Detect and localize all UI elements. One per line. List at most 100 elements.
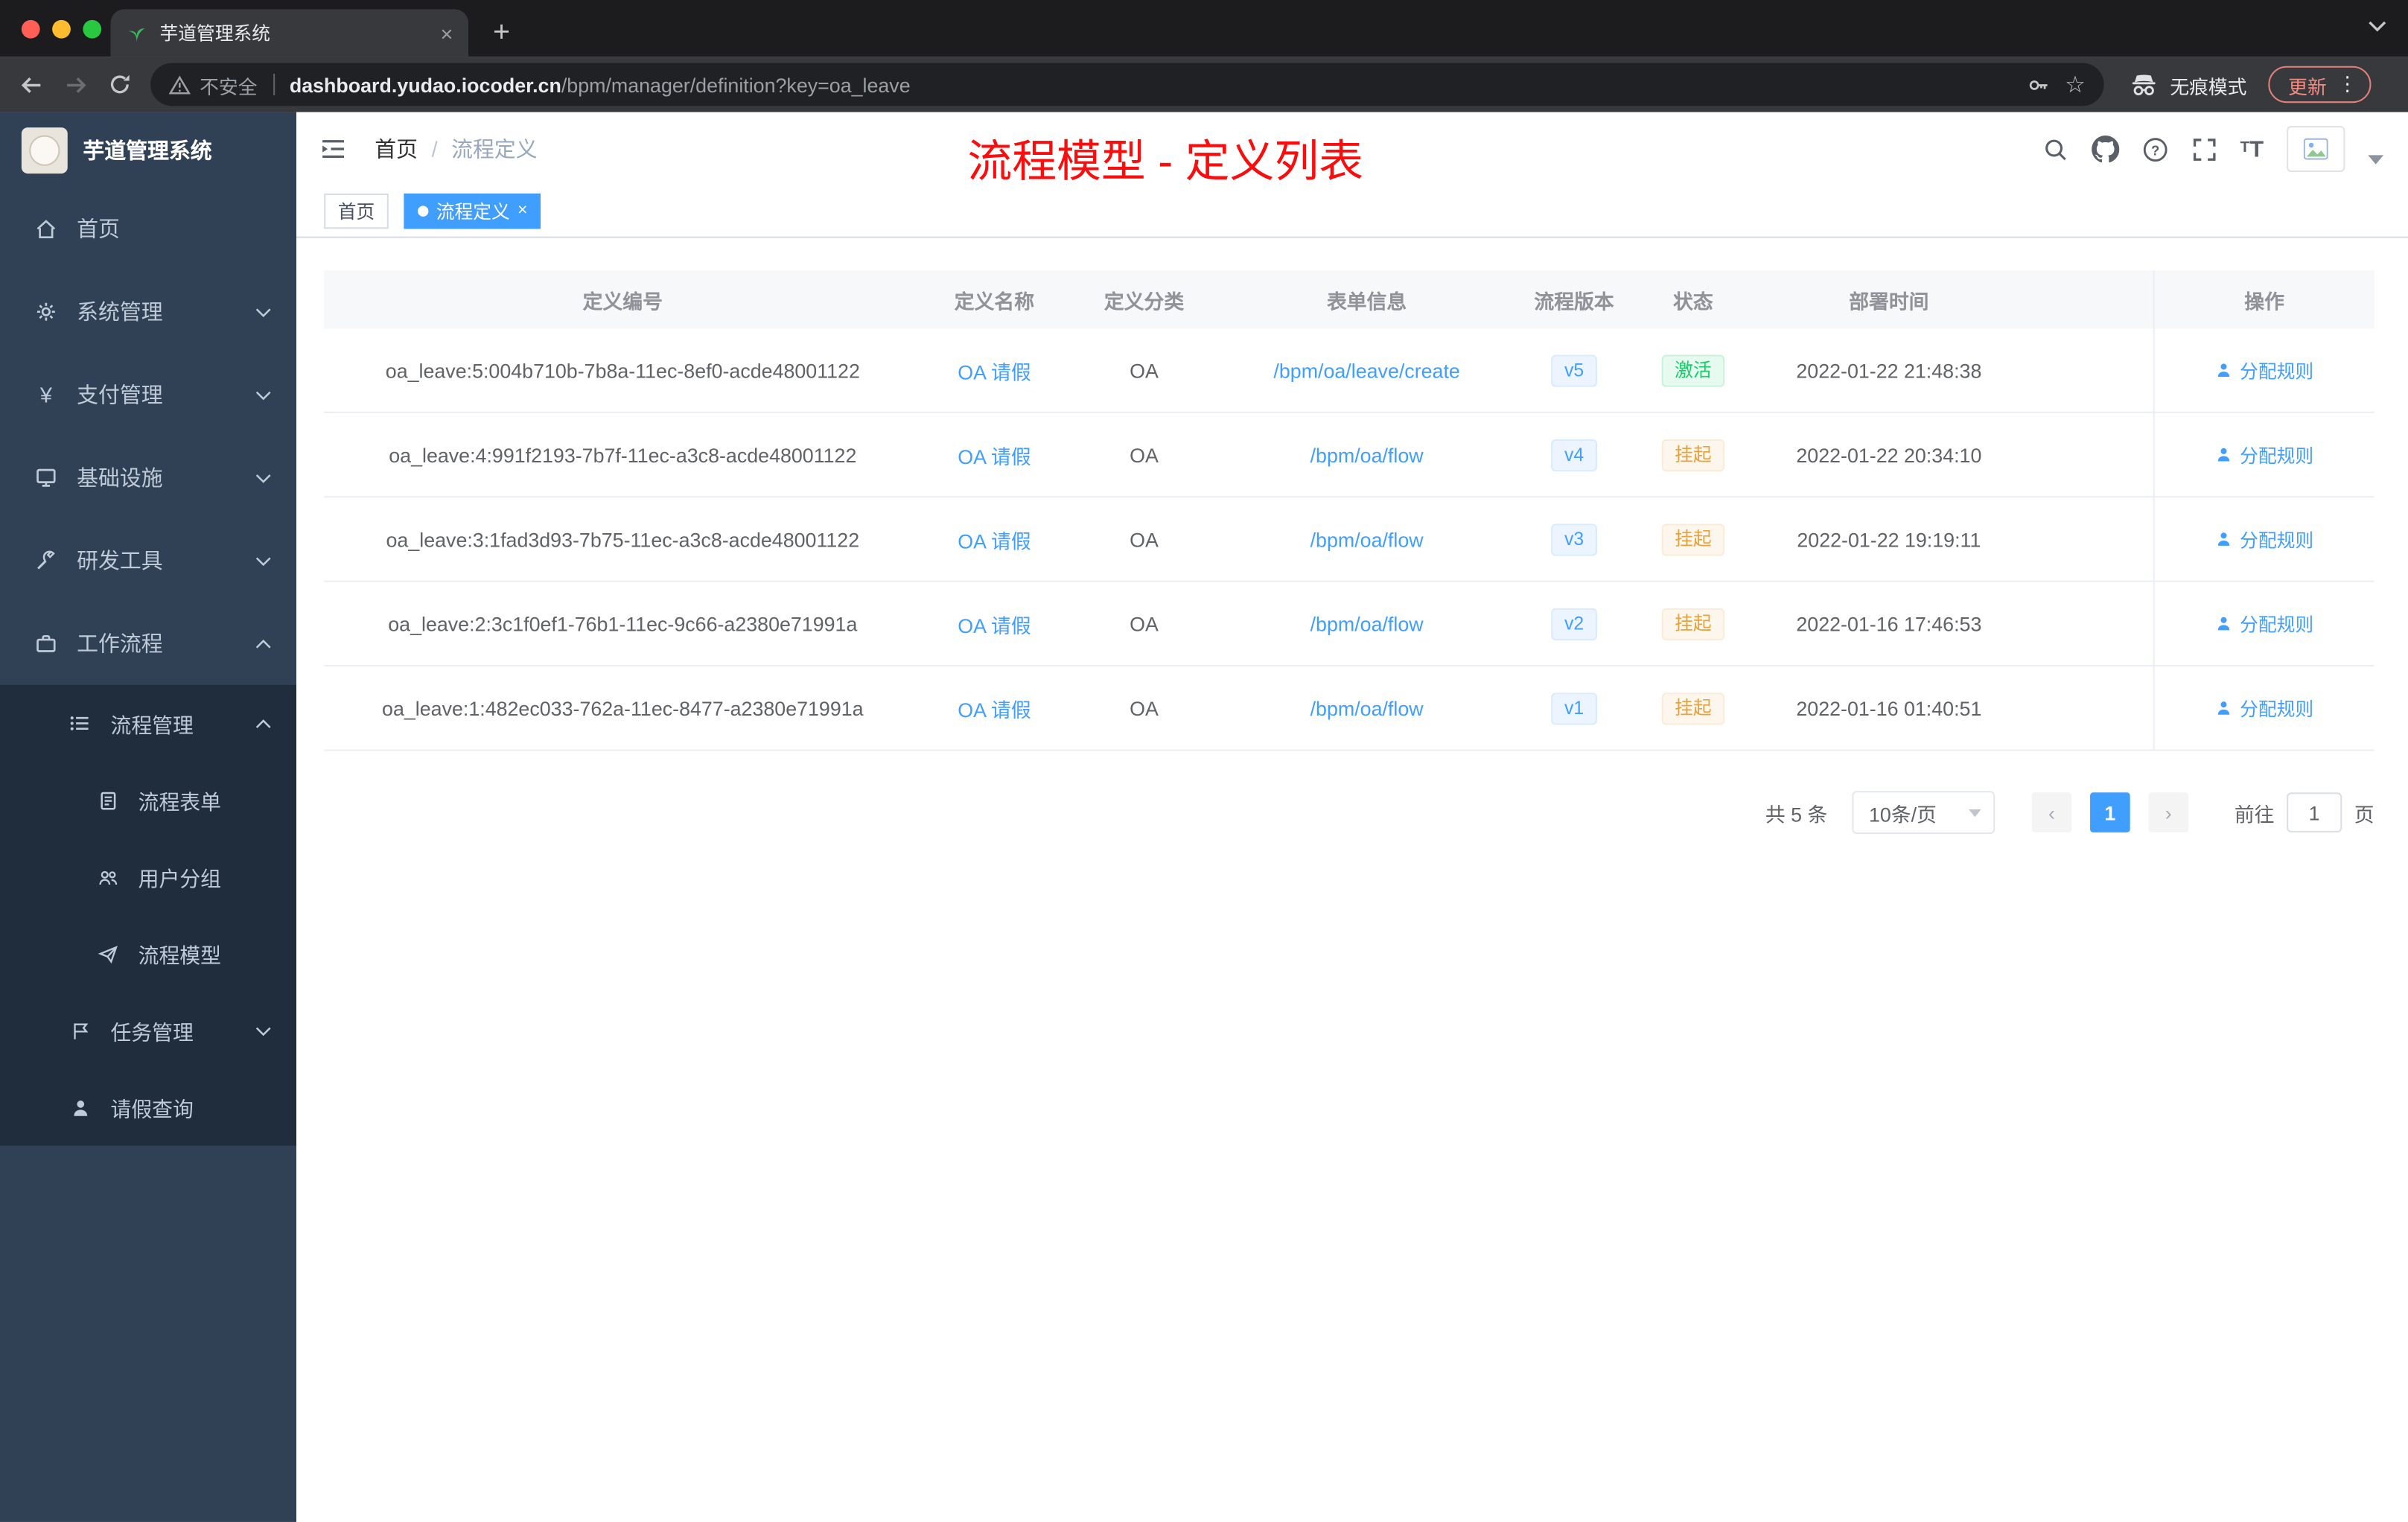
tag-home[interactable]: 首页 [324, 193, 389, 229]
tags-view: 首页 流程定义 × [296, 185, 2408, 238]
prev-page-button[interactable]: ‹ [2031, 792, 2072, 832]
sidebar-item-leave-query[interactable]: 请假查询 [0, 1069, 296, 1146]
version-badge: v5 [1551, 354, 1597, 386]
sidebar-logo[interactable]: 芋道管理系统 [0, 112, 296, 188]
definition-name-link[interactable]: OA 请假 [958, 698, 1031, 721]
tools-icon [34, 548, 58, 573]
app-title: 芋道管理系统 [83, 137, 212, 162]
definition-name-link[interactable]: OA 请假 [958, 445, 1031, 468]
main-area: 首页 / 流程定义 流程模型 - 定义列表 ? T T 首页 流程定义 × 定义… [296, 112, 2408, 1522]
definition-category: OA [1130, 443, 1159, 466]
status-badge: 激活 [1662, 354, 1724, 386]
security-label[interactable]: 不安全 [200, 70, 257, 99]
monitor-icon [34, 465, 58, 490]
version-badge: v4 [1551, 438, 1597, 471]
sidebar-item-workflow[interactable]: 工作流程 [0, 602, 296, 685]
definition-id: oa_leave:4:991f2193-7b7f-11ec-a3c8-acde4… [389, 443, 857, 466]
briefcase-icon [34, 631, 58, 656]
back-icon[interactable] [19, 71, 45, 98]
assign-rule-link[interactable]: 分配规则 [2215, 357, 2313, 383]
table-row: oa_leave:3:1fad3d93-7b75-11ec-a3c8-acde4… [324, 497, 2374, 582]
fontsize-icon[interactable]: TT [2240, 138, 2264, 161]
breadcrumb-home[interactable]: 首页 [375, 133, 418, 164]
tab-search-chevron-icon[interactable] [2368, 20, 2386, 33]
form-link[interactable]: /bpm/oa/flow [1310, 443, 1424, 466]
minimize-window-button[interactable] [52, 19, 71, 39]
page-button-1[interactable]: 1 [2089, 792, 2130, 832]
status-badge: 挂起 [1662, 692, 1724, 725]
zoom-window-button[interactable] [83, 19, 102, 39]
update-label[interactable]: 更新 [2288, 70, 2327, 99]
chevron-up-icon [255, 718, 272, 728]
sidebar-item-task-management[interactable]: 任务管理 [0, 992, 296, 1069]
browser-tab-strip: 芋道管理系统 × + [0, 0, 2408, 57]
reload-icon[interactable] [107, 72, 132, 97]
tag-process-definition[interactable]: 流程定义 × [404, 193, 541, 229]
status-badge: 挂起 [1662, 607, 1724, 640]
browser-tab[interactable]: 芋道管理系统 × [110, 9, 469, 57]
sidebar-item-infrastructure[interactable]: 基础设施 [0, 436, 296, 519]
definition-name-link[interactable]: OA 请假 [958, 614, 1031, 637]
tag-close-icon[interactable]: × [517, 202, 527, 220]
update-chip[interactable]: 更新 ⋮ [2268, 66, 2372, 104]
forward-icon[interactable] [63, 71, 89, 98]
goto-page-input[interactable] [2287, 792, 2342, 832]
favicon [126, 22, 147, 44]
search-icon[interactable] [2042, 136, 2068, 162]
browser-menu-kebab-icon[interactable]: ⋮ [2337, 72, 2357, 97]
assign-rule-link[interactable]: 分配规则 [2215, 695, 2313, 721]
sidebar-item-process-form[interactable]: 流程表单 [0, 762, 296, 838]
breadcrumb: 首页 / 流程定义 [375, 133, 537, 164]
chevron-down-icon [255, 472, 272, 483]
github-icon[interactable] [2091, 135, 2119, 163]
form-link[interactable]: /bpm/oa/flow [1310, 612, 1424, 635]
form-link[interactable]: /bpm/oa/flow [1310, 527, 1424, 550]
tab-title: 芋道管理系统 [159, 22, 271, 45]
sidebar-item-home[interactable]: 首页 [0, 188, 296, 270]
svg-text:?: ? [2150, 141, 2159, 157]
bookmark-star-icon[interactable]: ☆ [2065, 73, 2086, 96]
avatar[interactable] [2287, 126, 2345, 172]
deployed-time: 2022-01-16 01:40:51 [1796, 696, 1982, 720]
chevron-down-icon [255, 306, 272, 316]
sidebar-item-system[interactable]: 系统管理 [0, 270, 296, 353]
screen: 芋道管理系统 × + 不安全 dashboard.yudao.iocoder.c… [0, 0, 2408, 1522]
address-bar[interactable]: 不安全 dashboard.yudao.iocoder.cn/bpm/manag… [150, 63, 2104, 106]
sidebar-item-process-model[interactable]: 流程模型 [0, 915, 296, 992]
sidebar-item-process-management[interactable]: 流程管理 [0, 685, 296, 762]
next-page-button[interactable]: › [2148, 792, 2188, 832]
caret-down-icon[interactable] [2368, 155, 2383, 165]
definition-category: OA [1130, 611, 1159, 635]
assign-rule-link[interactable]: 分配规则 [2215, 526, 2313, 552]
assign-rule-link[interactable]: 分配规则 [2215, 442, 2313, 468]
sidebar-item-dev-tools[interactable]: 研发工具 [0, 519, 296, 602]
form-link[interactable]: /bpm/oa/flow [1310, 696, 1424, 719]
definition-category: OA [1130, 358, 1159, 382]
page-size-select[interactable]: 10条/页 [1852, 791, 1995, 834]
logo-avatar [21, 127, 68, 173]
omnibox-separator [273, 74, 275, 95]
key-icon[interactable] [2027, 73, 2050, 96]
sidebar-toggle-icon[interactable] [319, 137, 347, 162]
fullscreen-icon[interactable] [2191, 136, 2217, 162]
incognito-label: 无痕模式 [2170, 76, 2247, 98]
question-icon[interactable]: ? [2142, 136, 2168, 162]
list-icon [68, 711, 92, 736]
form-link[interactable]: /bpm/oa/leave/create [1273, 359, 1459, 382]
paper-plane-icon [95, 941, 120, 966]
assign-rule-link[interactable]: 分配规则 [2215, 611, 2313, 637]
page-annotation: 流程模型 - 定义列表 [967, 138, 1364, 188]
total-count: 共 5 条 [1765, 802, 1828, 826]
sidebar-item-payment[interactable]: ¥ 支付管理 [0, 353, 296, 436]
sidebar-item-user-group[interactable]: 用户分组 [0, 838, 296, 915]
new-tab-button[interactable]: + [493, 19, 510, 48]
tab-close-icon[interactable]: × [441, 22, 453, 44]
definition-name-link[interactable]: OA 请假 [958, 529, 1031, 553]
table-row: oa_leave:5:004b710b-7b8a-11ec-8ef0-acde4… [324, 328, 2374, 413]
definition-name-link[interactable]: OA 请假 [958, 360, 1031, 383]
close-window-button[interactable] [21, 19, 40, 39]
select-caret-icon [1969, 808, 1981, 817]
table-row: oa_leave:1:482ec033-762a-11ec-8477-a2380… [324, 666, 2374, 751]
table-row: oa_leave:4:991f2193-7b7f-11ec-a3c8-acde4… [324, 413, 2374, 498]
definition-category: OA [1130, 527, 1159, 551]
